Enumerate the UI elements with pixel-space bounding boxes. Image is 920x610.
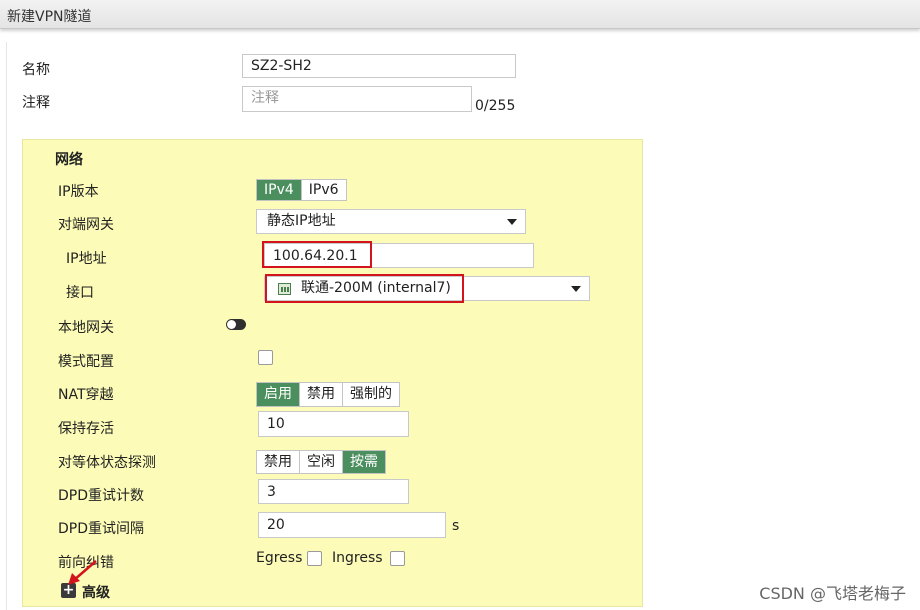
watermark: CSDN @飞塔老梅子: [759, 584, 906, 603]
remote-gateway-label: 对端网关: [58, 217, 114, 233]
fec-ingress-checkbox[interactable]: [390, 551, 405, 566]
window-titlebar: 新建VPN隧道: [0, 0, 920, 29]
nat-disable-option[interactable]: 禁用: [300, 383, 343, 406]
chevron-down-icon: [571, 286, 581, 292]
mode-config-label: 模式配置: [58, 354, 114, 370]
interface-highlight: [265, 274, 464, 303]
keepalive-input[interactable]: [258, 411, 409, 437]
dpd-retry-count-input[interactable]: [258, 479, 409, 504]
annotation-arrow-icon: [68, 560, 97, 585]
dpd-disable-option[interactable]: 禁用: [257, 451, 300, 473]
ip-version-label: IP版本: [58, 184, 99, 200]
ip-address-highlight: [262, 241, 372, 268]
ip-version-ipv6-option[interactable]: IPv6: [302, 180, 346, 200]
window-title: 新建VPN隧道: [7, 9, 92, 25]
dpd-toggle: 禁用 空闲 按需: [256, 450, 386, 474]
dpd-retry-interval-unit: s: [452, 518, 460, 534]
nat-traversal-toggle: 启用 禁用 强制的: [256, 382, 400, 407]
fec-ingress-label: Ingress: [332, 550, 383, 566]
fec-egress-checkbox[interactable]: [307, 551, 322, 566]
comment-textarea[interactable]: [242, 86, 472, 112]
dpd-label: 对等体状态探测: [58, 455, 156, 471]
remote-gateway-select[interactable]: 静态IP地址: [256, 209, 526, 234]
dpd-retry-interval-label: DPD重试间隔: [58, 521, 145, 537]
ip-version-ipv4-option[interactable]: IPv4: [257, 180, 302, 200]
keepalive-label: 保持存活: [58, 421, 114, 437]
fec-egress-label: Egress: [256, 550, 303, 566]
interface-label: 接口: [66, 285, 94, 301]
network-section-title: 网络: [55, 152, 83, 168]
ip-version-toggle: IPv4 IPv6: [256, 179, 347, 201]
ip-address-label: IP地址: [66, 251, 107, 267]
local-gateway-toggle[interactable]: [226, 319, 246, 330]
remote-gateway-value: 静态IP地址: [267, 213, 336, 229]
dpd-retry-interval-input[interactable]: [258, 512, 446, 538]
nat-traversal-label: NAT穿越: [58, 387, 114, 403]
dpd-idle-option[interactable]: 空闲: [300, 451, 343, 473]
nat-forced-option[interactable]: 强制的: [343, 383, 399, 406]
nat-enable-option[interactable]: 启用: [257, 383, 300, 406]
dpd-on-demand-option[interactable]: 按需: [343, 451, 385, 473]
name-label: 名称: [22, 62, 50, 78]
local-gateway-label: 本地网关: [58, 320, 114, 336]
mode-config-checkbox[interactable]: [258, 350, 273, 365]
name-input[interactable]: [242, 54, 516, 78]
comment-label: 注释: [22, 95, 50, 111]
chevron-down-icon: [507, 219, 517, 225]
comment-counter: 0/255: [475, 98, 516, 114]
dpd-retry-count-label: DPD重试计数: [58, 488, 145, 504]
